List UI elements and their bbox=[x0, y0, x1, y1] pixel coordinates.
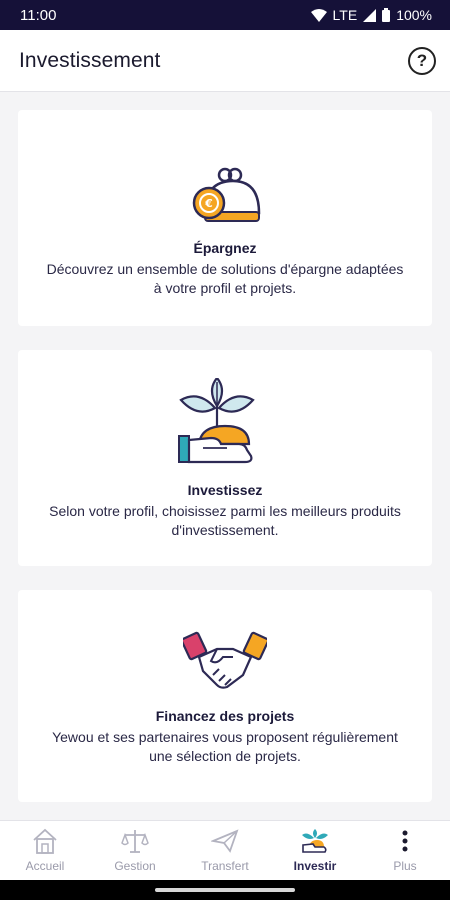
coin-purse-icon: € bbox=[180, 160, 270, 230]
status-bar: 11:00 LTE 100% bbox=[0, 0, 450, 30]
nav-label: Transfert bbox=[201, 859, 249, 873]
investment-options: € Épargnez Découvrez un ensemble de solu… bbox=[0, 92, 450, 820]
handshake-icon bbox=[170, 628, 280, 698]
more-vertical-icon bbox=[400, 827, 410, 855]
home-gesture-handle[interactable] bbox=[155, 888, 295, 892]
signal-icon bbox=[363, 8, 377, 22]
invest-icon bbox=[300, 827, 330, 855]
card-description: Selon votre profil, choisissez parmi les… bbox=[49, 503, 401, 538]
help-glyph: ? bbox=[416, 50, 428, 70]
wifi-icon bbox=[310, 8, 327, 22]
card-financez[interactable]: Financez des projets Yewou et ses parten… bbox=[18, 590, 432, 802]
network-type: LTE bbox=[332, 7, 358, 23]
nav-item-gestion[interactable]: Gestion bbox=[90, 821, 180, 880]
app-bar: Investissement ? bbox=[0, 30, 450, 92]
nav-label: Gestion bbox=[114, 859, 156, 873]
card-title: Épargnez bbox=[193, 240, 257, 256]
card-title: Investissez bbox=[187, 482, 263, 498]
bottom-navigation: Accueil Gestion Transfert Investir Plus bbox=[0, 820, 450, 880]
card-investissez[interactable]: Investissez Selon votre profil, choisiss… bbox=[18, 350, 432, 566]
balance-scale-icon bbox=[121, 827, 149, 855]
battery-icon bbox=[382, 8, 391, 22]
battery-level: 100% bbox=[396, 7, 432, 23]
card-description: Yewou et ses partenaires vous proposent … bbox=[52, 729, 398, 764]
card-epargnez[interactable]: € Épargnez Découvrez un ensemble de solu… bbox=[18, 110, 432, 326]
nav-item-accueil[interactable]: Accueil bbox=[0, 821, 90, 880]
nav-item-investir[interactable]: Investir bbox=[270, 821, 360, 880]
nav-label: Plus bbox=[393, 859, 417, 873]
status-time: 11:00 bbox=[20, 6, 57, 24]
svg-text:€: € bbox=[204, 197, 213, 210]
card-description: Découvrez un ensemble de solutions d'épa… bbox=[46, 261, 404, 296]
status-icons: LTE 100% bbox=[310, 7, 432, 23]
page-title: Investissement bbox=[19, 48, 161, 72]
nav-item-plus[interactable]: Plus bbox=[360, 821, 450, 880]
paper-plane-icon bbox=[211, 827, 239, 855]
nav-item-transfert[interactable]: Transfert bbox=[180, 821, 270, 880]
plant-hand-icon bbox=[170, 376, 280, 472]
card-title: Financez des projets bbox=[155, 708, 295, 724]
nav-label: Accueil bbox=[25, 859, 65, 873]
help-circle-icon[interactable]: ? bbox=[408, 46, 436, 75]
system-gesture-bar bbox=[0, 880, 450, 900]
home-icon bbox=[31, 827, 59, 855]
nav-label: Investir bbox=[293, 859, 337, 873]
